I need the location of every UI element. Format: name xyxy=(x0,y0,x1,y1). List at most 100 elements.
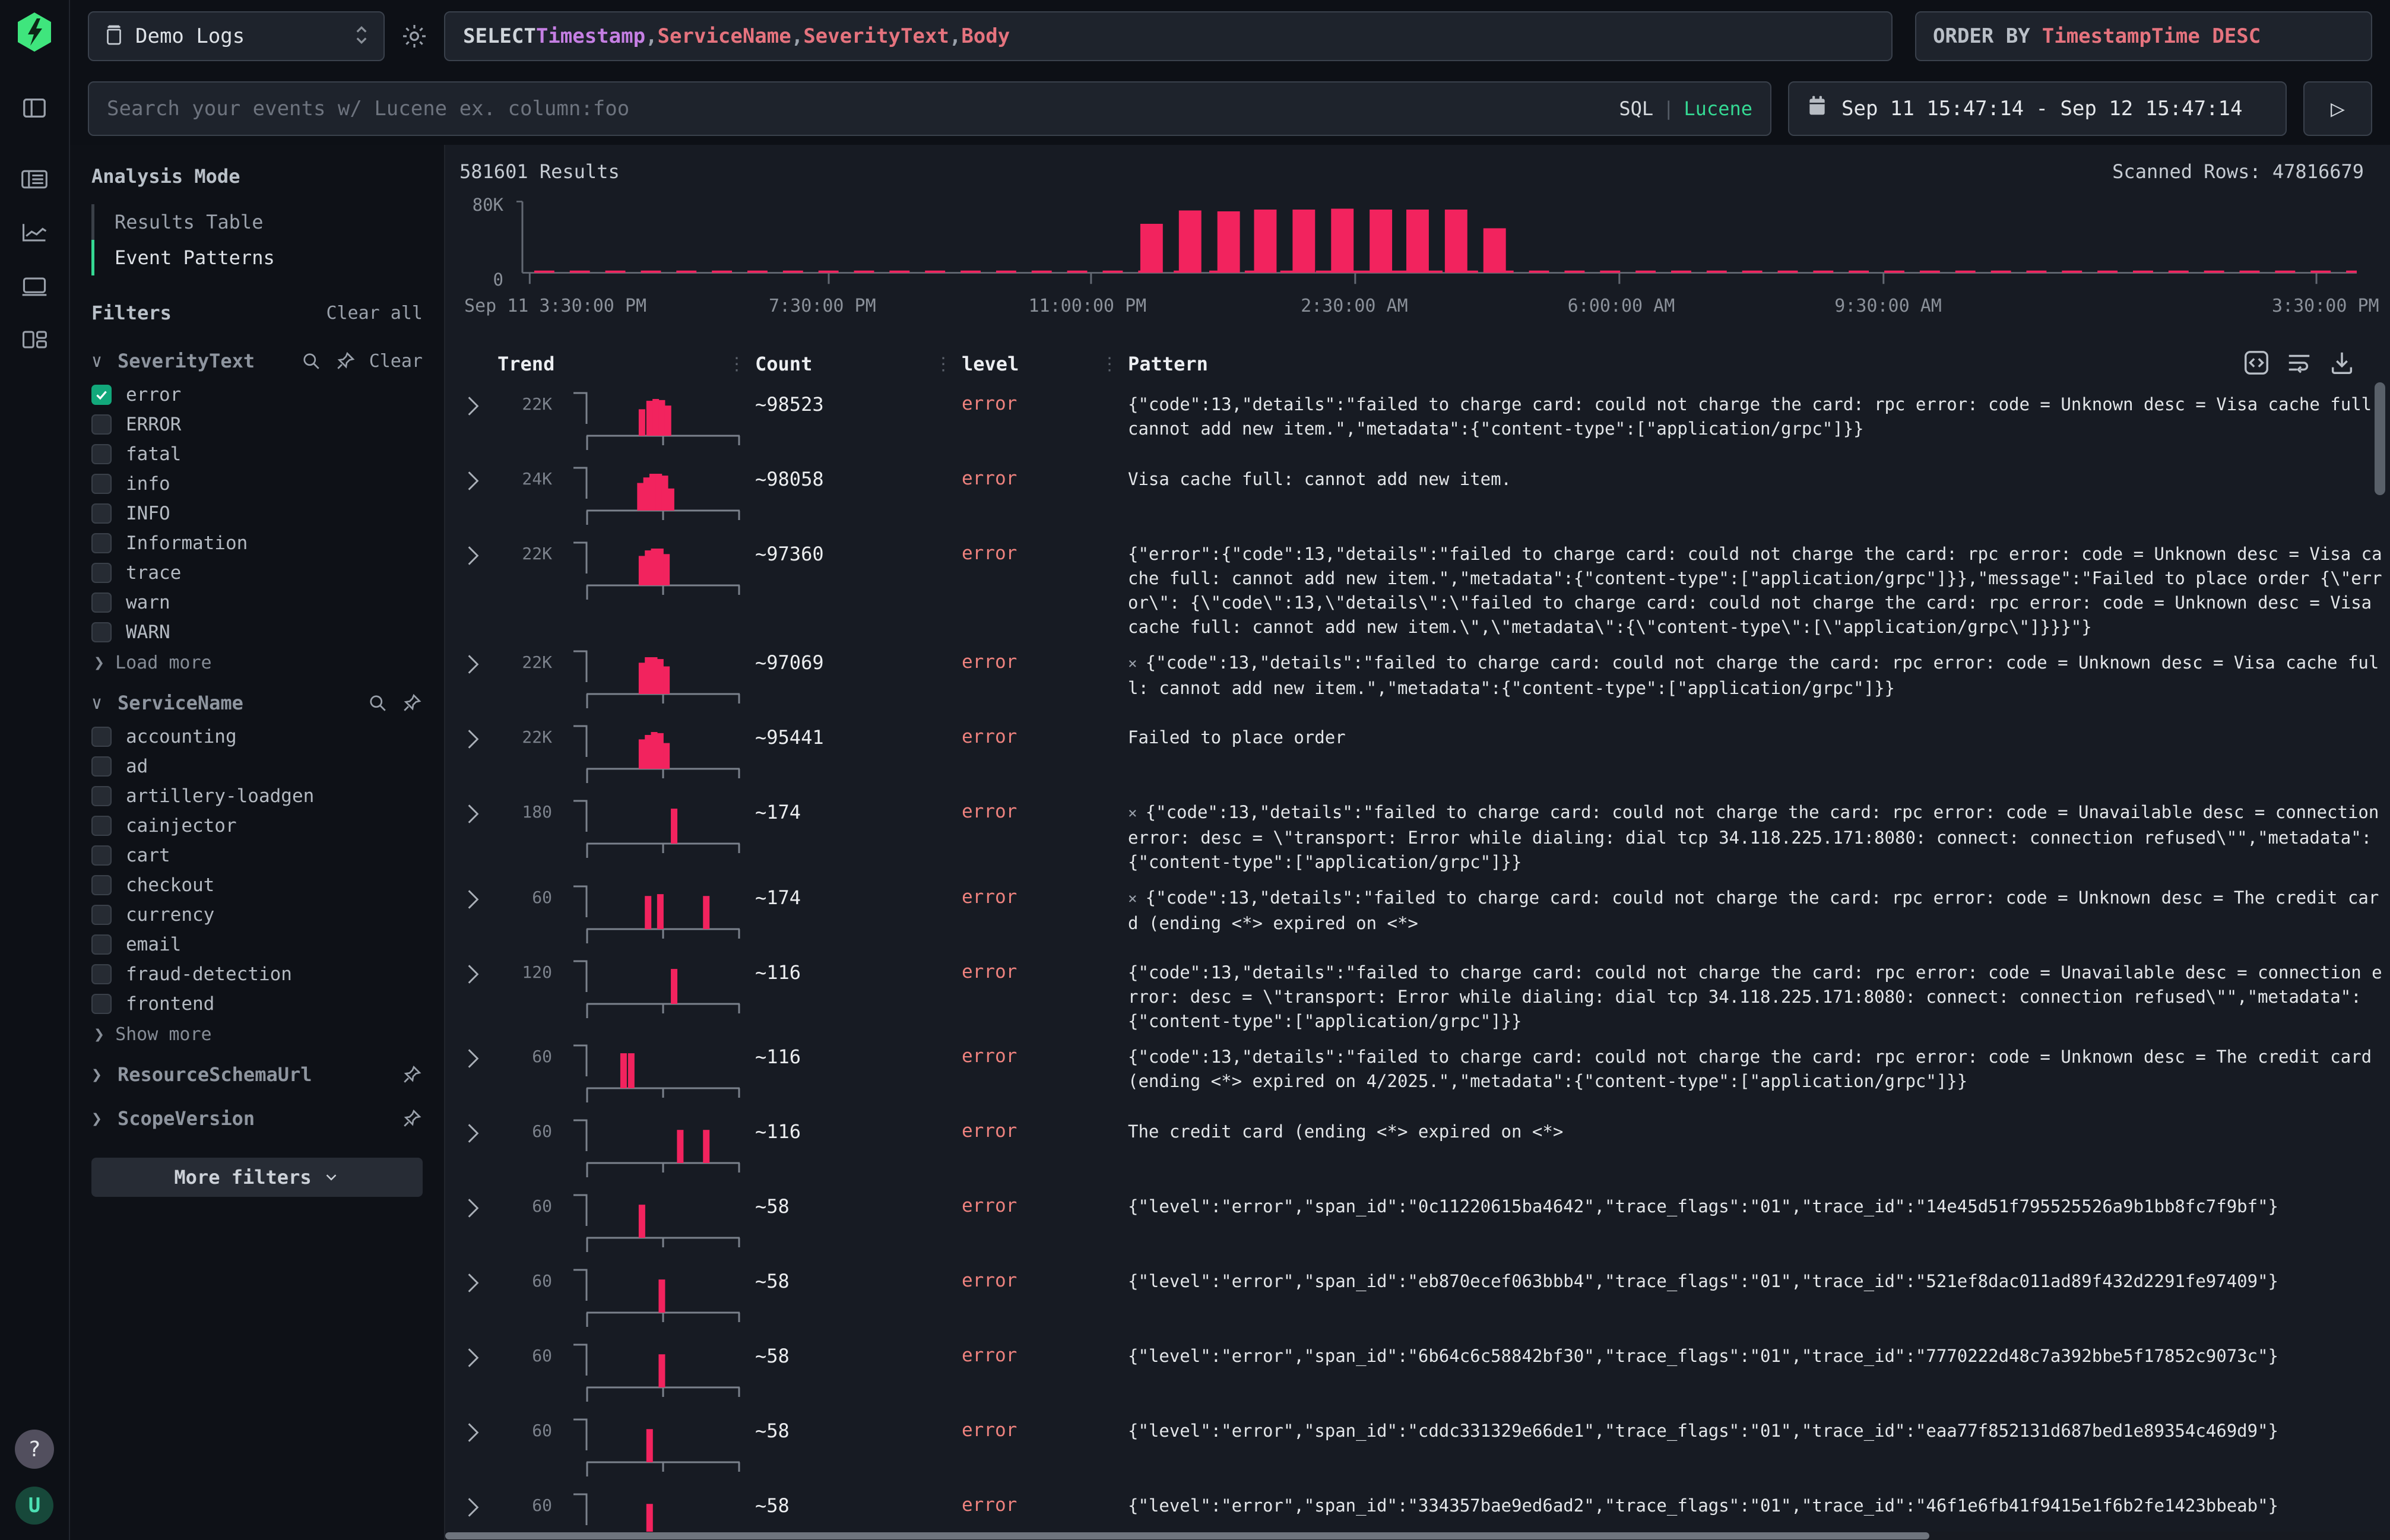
filter-option-cainjector[interactable]: cainjector xyxy=(91,811,423,841)
column-separator-icon[interactable]: ⋮ xyxy=(934,354,951,375)
histogram-plot[interactable] xyxy=(513,197,2366,286)
format-json-icon[interactable] xyxy=(2243,349,2270,376)
pattern-text[interactable]: Failed to place order xyxy=(1128,723,2385,750)
filter-option-error[interactable]: error xyxy=(91,380,423,410)
date-range-picker[interactable]: Sep 11 15:47:14 - Sep 12 15:47:14 xyxy=(1788,81,2287,136)
nav-search-logs[interactable] xyxy=(15,160,53,198)
column-header-trend[interactable]: Trend⋮ xyxy=(497,353,744,375)
column-header-pattern[interactable]: Pattern xyxy=(1128,353,2278,375)
pattern-text[interactable]: ×{"code":13,"details":"failed to charge … xyxy=(1128,648,2385,701)
filter-option-fatal[interactable]: fatal xyxy=(91,439,423,469)
filter-option-checkout[interactable]: checkout xyxy=(91,870,423,900)
horizontal-scrollbar[interactable] xyxy=(445,1532,1929,1539)
exclude-pattern-icon[interactable]: × xyxy=(1128,890,1137,908)
filter-option-Information[interactable]: Information xyxy=(91,528,423,558)
pattern-text[interactable]: ×{"code":13,"details":"failed to charge … xyxy=(1128,883,2385,936)
more-filters-button[interactable]: More filters xyxy=(91,1158,423,1197)
chevron-right-icon[interactable]: ❯ xyxy=(91,1064,109,1085)
pin-icon[interactable] xyxy=(401,1064,423,1085)
filter-option-ERROR[interactable]: ERROR xyxy=(91,410,423,439)
column-separator-icon[interactable]: ⋮ xyxy=(728,354,744,375)
pattern-text[interactable]: {"error":{"code":13,"details":"failed to… xyxy=(1128,539,2385,639)
column-header-level[interactable]: level⋮ xyxy=(962,353,1117,375)
filter-option-ad[interactable]: ad xyxy=(91,752,423,781)
pattern-text[interactable]: Visa cache full: cannot add new item. xyxy=(1128,464,2385,492)
chevron-right-icon[interactable]: ❯ xyxy=(91,1108,109,1129)
search-icon[interactable] xyxy=(367,692,388,714)
vertical-scrollbar[interactable] xyxy=(2375,382,2385,495)
nav-sessions[interactable] xyxy=(15,267,53,305)
select-clause-input[interactable]: SELECT Timestamp, ServiceName, SeverityT… xyxy=(444,11,1893,61)
nav-dashboards[interactable] xyxy=(15,321,53,359)
pattern-text[interactable]: {"level":"error","span_id":"6b64c6c58842… xyxy=(1128,1341,2385,1368)
row-expand-chevron[interactable] xyxy=(459,648,487,677)
row-expand-chevron[interactable] xyxy=(459,539,487,569)
pattern-text[interactable]: {"code":13,"details":"failed to charge c… xyxy=(1128,389,2385,441)
exclude-pattern-icon[interactable]: × xyxy=(1128,804,1137,822)
pattern-text[interactable]: {"level":"error","span_id":"cddc331329e6… xyxy=(1128,1416,2385,1443)
chevron-down-icon[interactable]: ∨ xyxy=(91,693,109,714)
column-separator-icon[interactable]: ⋮ xyxy=(1101,354,1117,375)
filter-option-INFO[interactable]: INFO xyxy=(91,499,423,528)
row-expand-chevron[interactable] xyxy=(459,1341,487,1371)
pattern-text[interactable]: {"code":13,"details":"failed to charge c… xyxy=(1128,1042,2385,1094)
load-more-button[interactable]: ❯Show more xyxy=(91,1019,423,1050)
lang-lucene-option[interactable]: Lucene xyxy=(1684,97,1752,120)
filter-option-frontend[interactable]: frontend xyxy=(91,989,423,1019)
row-expand-chevron[interactable] xyxy=(459,1042,487,1072)
filter-section-header[interactable]: ∨ ServiceName xyxy=(91,684,423,722)
pin-icon[interactable] xyxy=(335,350,356,372)
filter-option-artillery-loadgen[interactable]: artillery-loadgen xyxy=(91,781,423,811)
pin-icon[interactable] xyxy=(401,1108,423,1129)
search-icon[interactable] xyxy=(300,350,322,372)
lang-sql-option[interactable]: SQL xyxy=(1619,97,1653,120)
help-button[interactable]: ? xyxy=(15,1430,54,1469)
pattern-text[interactable]: ×{"code":13,"details":"failed to charge … xyxy=(1128,797,2385,874)
row-expand-chevron[interactable] xyxy=(459,883,487,912)
pattern-text[interactable]: {"level":"error","span_id":"eb870ecef063… xyxy=(1128,1266,2385,1294)
column-header-count[interactable]: Count⋮ xyxy=(755,353,951,375)
filter-section-header[interactable]: ❯ ResourceSchemaUrl xyxy=(91,1056,423,1094)
filter-option-trace[interactable]: trace xyxy=(91,558,423,588)
filter-section-header[interactable]: ∨ SeverityText Clear xyxy=(91,342,423,380)
row-expand-chevron[interactable] xyxy=(459,723,487,752)
dataset-select[interactable]: Demo Logs xyxy=(88,11,385,61)
search-input[interactable] xyxy=(107,97,1607,121)
filter-option-currency[interactable]: currency xyxy=(91,900,423,930)
row-expand-chevron[interactable] xyxy=(459,389,487,419)
clear-filter-button[interactable]: Clear xyxy=(369,351,423,372)
order-by-input[interactable]: ORDER BY TimestampTime DESC xyxy=(1915,11,2372,61)
exclude-pattern-icon[interactable]: × xyxy=(1128,655,1137,673)
text-wrap-icon[interactable] xyxy=(2286,349,2313,376)
clear-all-filters-button[interactable]: Clear all xyxy=(326,303,423,324)
pattern-text[interactable]: {"code":13,"details":"failed to charge c… xyxy=(1128,958,2385,1034)
load-more-button[interactable]: ❯Load more xyxy=(91,647,423,678)
source-settings-button[interactable] xyxy=(400,22,429,50)
filter-option-cart[interactable]: cart xyxy=(91,841,423,870)
nav-logo[interactable] xyxy=(15,13,53,51)
filter-option-WARN[interactable]: WARN xyxy=(91,617,423,647)
analysis-mode-results-table[interactable]: Results Table xyxy=(91,204,423,240)
run-query-button[interactable]: ▷ xyxy=(2303,81,2372,136)
filter-option-accounting[interactable]: accounting xyxy=(91,722,423,752)
row-expand-chevron[interactable] xyxy=(459,1416,487,1446)
row-expand-chevron[interactable] xyxy=(459,1117,487,1146)
chevron-down-icon[interactable]: ∨ xyxy=(91,351,109,372)
row-expand-chevron[interactable] xyxy=(459,797,487,827)
row-expand-chevron[interactable] xyxy=(459,1266,487,1296)
filter-option-email[interactable]: email xyxy=(91,930,423,959)
analysis-mode-event-patterns[interactable]: Event Patterns xyxy=(91,240,423,275)
nav-chart-explorer[interactable] xyxy=(15,214,53,252)
filter-option-warn[interactable]: warn xyxy=(91,588,423,617)
nav-collapse-sidebar[interactable] xyxy=(15,89,53,127)
filter-section-header[interactable]: ❯ ScopeVersion xyxy=(91,1099,423,1137)
pattern-text[interactable]: The credit card (ending <*> expired on <… xyxy=(1128,1117,2385,1144)
filter-option-info[interactable]: info xyxy=(91,469,423,499)
avatar[interactable]: U xyxy=(15,1487,53,1525)
row-expand-chevron[interactable] xyxy=(459,958,487,987)
row-expand-chevron[interactable] xyxy=(459,1491,487,1520)
download-icon[interactable] xyxy=(2328,349,2356,376)
row-expand-chevron[interactable] xyxy=(459,1192,487,1221)
pattern-text[interactable]: {"level":"error","span_id":"0c11220615ba… xyxy=(1128,1192,2385,1219)
pin-icon[interactable] xyxy=(401,692,423,714)
